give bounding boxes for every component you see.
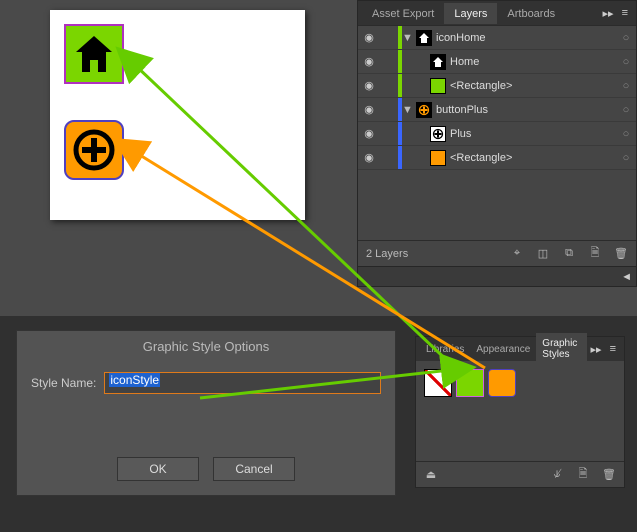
swatches [416,361,624,461]
styles-library-menu-icon[interactable]: ⏏︎ [422,466,440,484]
layer-count: 2 Layers [366,248,408,260]
disclosure-icon[interactable]: ▼ [402,32,412,44]
layer-row[interactable]: ◉ Plus ○ [358,122,636,146]
make-clipping-mask-icon[interactable]: ◫ [534,245,552,263]
layer-thumb [416,102,432,118]
artwork-icon-home[interactable] [64,24,124,84]
layer-name[interactable]: <Rectangle> [450,80,616,92]
visibility-toggle[interactable]: ◉ [358,103,380,116]
target-icon[interactable]: ○ [616,104,636,116]
layer-row[interactable]: ◉ Home ○ [358,50,636,74]
layers-panel: Asset Export Layers Artboards ▸▸ ≡ ◉ ▼ i… [357,0,637,287]
panel-status: 2 Layers ⌖ ◫ ⧉ 🗎 🗑 [358,240,636,266]
target-icon[interactable]: ○ [616,80,636,92]
tab-layers[interactable]: Layers [444,3,497,24]
layer-thumb [416,30,432,46]
tab-asset-export[interactable]: Asset Export [362,3,444,24]
layer-name[interactable]: iconHome [436,32,616,44]
cancel-button[interactable]: Cancel [213,457,295,481]
dialog-title: Graphic Style Options [17,331,395,372]
break-link-icon[interactable]: ⫝̸ [548,466,566,484]
layer-name[interactable]: <Rectangle> [450,152,616,164]
style-name-input[interactable]: iconStyle [104,372,381,394]
layer-thumb [430,150,446,166]
panel-collapse-icon[interactable]: ◄ [621,271,632,283]
tab-libraries[interactable]: Libraries [420,339,470,360]
tab-graphic-styles[interactable]: Graphic Styles [536,333,586,365]
home-icon [72,32,116,76]
panel-close-bar: ◄ [358,266,636,286]
target-icon[interactable]: ○ [616,56,636,68]
target-icon[interactable]: ○ [616,152,636,164]
delete-icon[interactable]: 🗑 [600,466,618,484]
layer-thumb [430,78,446,94]
new-style-icon[interactable]: 🗎 [574,466,592,484]
tab-appearance[interactable]: Appearance [470,339,536,360]
style-name-label: Style Name: [31,376,96,390]
layer-tree: ◉ ▼ iconHome ○ ◉ Home ○ ◉ <Rectangle> [358,25,636,170]
layer-thumb [430,54,446,70]
layer-name[interactable]: Home [450,56,616,68]
new-sublayer-icon[interactable]: ⧉ [560,245,578,263]
layer-row[interactable]: ◉ ▼ iconHome ○ [358,26,636,50]
layer-thumb [430,126,446,142]
collapse-icon[interactable]: ▸▸ [587,343,606,356]
layer-row[interactable]: ◉ ▼ buttonPlus ○ [358,98,636,122]
visibility-toggle[interactable]: ◉ [358,151,380,164]
layer-row[interactable]: ◉ <Rectangle> ○ [358,74,636,98]
artwork-button-plus[interactable] [64,120,124,180]
ok-button[interactable]: OK [117,457,199,481]
target-icon[interactable]: ○ [616,32,636,44]
visibility-toggle[interactable]: ◉ [358,55,380,68]
visibility-toggle[interactable]: ◉ [358,31,380,44]
document-canvas[interactable] [50,10,305,220]
panel-tabs: Libraries Appearance Graphic Styles ▸▸ ≡ [416,337,624,361]
graphic-style-options-dialog: Graphic Style Options Style Name: iconSt… [16,330,396,496]
locate-object-icon[interactable]: ⌖ [508,245,526,263]
panel-menu-icon[interactable]: ≡ [618,7,632,19]
swatch-icon-style-green[interactable] [456,369,484,397]
collapse-icon[interactable]: ▸▸ [599,7,618,20]
panel-menu-icon[interactable]: ≡ [606,343,620,355]
plus-icon [72,128,116,172]
visibility-toggle[interactable]: ◉ [358,127,380,140]
delete-icon[interactable]: 🗑 [612,245,630,263]
target-icon[interactable]: ○ [616,128,636,140]
tab-artboards[interactable]: Artboards [497,3,565,24]
panel-tabs: Asset Export Layers Artboards ▸▸ ≡ [358,1,636,25]
panel-footer: ⏏︎ ⫝̸ 🗎 🗑 [416,461,624,487]
visibility-toggle[interactable]: ◉ [358,79,380,92]
graphic-styles-panel: Libraries Appearance Graphic Styles ▸▸ ≡… [415,336,625,488]
layer-name[interactable]: buttonPlus [436,104,616,116]
swatch-default[interactable] [424,369,452,397]
disclosure-icon[interactable]: ▼ [402,104,412,116]
layer-row[interactable]: ◉ <Rectangle> ○ [358,146,636,170]
layer-name[interactable]: Plus [450,128,616,140]
swatch-icon-style-orange[interactable] [488,369,516,397]
new-layer-icon[interactable]: 🗎 [586,245,604,263]
